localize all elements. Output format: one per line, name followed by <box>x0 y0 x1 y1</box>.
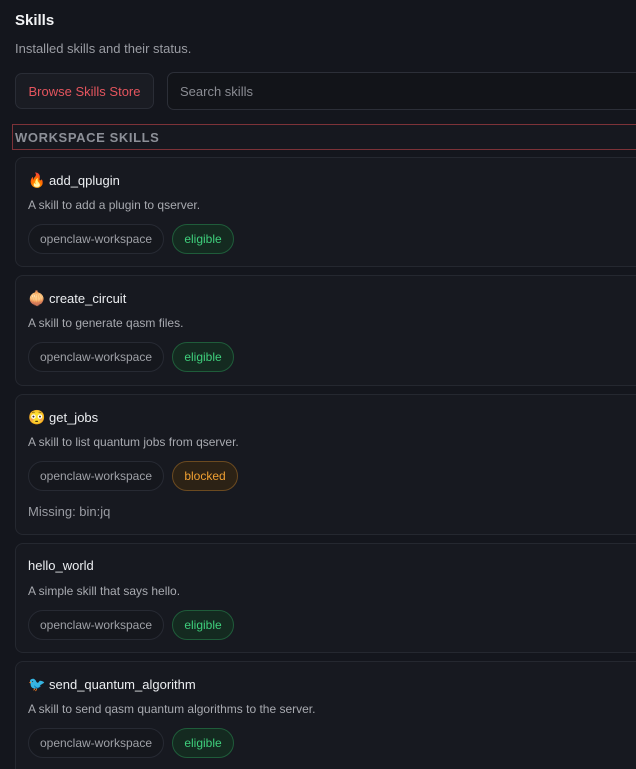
source-tag: openclaw-workspace <box>28 610 164 640</box>
browse-skills-store-button[interactable]: Browse Skills Store <box>15 73 154 109</box>
skill-name: add_qplugin <box>49 172 120 188</box>
skill-description: A simple skill that says hello. <box>28 584 181 598</box>
source-tag: openclaw-workspace <box>28 342 164 372</box>
skill-name-row: 🔥 add_qplugin <box>28 172 120 188</box>
skill-description: A skill to send qasm quantum algorithms … <box>28 702 316 716</box>
skill-name: create_circuit <box>49 290 127 306</box>
skill-name-row: 😳 get_jobs <box>28 409 98 425</box>
flushed-face-icon: 😳 <box>28 409 46 425</box>
fire-icon: 🔥 <box>28 172 46 188</box>
skill-card-add-qplugin[interactable]: 🔥 add_qplugin A skill to add a plugin to… <box>15 157 636 267</box>
skill-name-row: 🐦 send_quantum_algorithm <box>28 676 196 692</box>
skill-card-get-jobs[interactable]: 😳 get_jobs A skill to list quantum jobs … <box>15 394 636 535</box>
skill-description: A skill to generate qasm files. <box>28 316 184 330</box>
skill-name-row: hello_world <box>28 558 94 573</box>
status-badge: eligible <box>172 610 234 640</box>
onion-icon: 🧅 <box>28 290 46 306</box>
skill-name: get_jobs <box>49 409 99 425</box>
source-tag: openclaw-workspace <box>28 224 164 254</box>
section-header-workspace-skills: WORKSPACE SKILLS <box>12 124 636 150</box>
bird-icon: 🐦 <box>28 676 46 692</box>
status-badge: blocked <box>172 461 238 491</box>
skills-page: Skills Installed skills and their status… <box>0 0 636 769</box>
status-badge: eligible <box>172 728 234 758</box>
skill-card-hello-world[interactable]: hello_world A simple skill that says hel… <box>15 543 636 653</box>
skill-name: hello_world <box>28 558 94 573</box>
search-input[interactable] <box>167 72 636 110</box>
page-subtitle: Installed skills and their status. <box>15 41 192 56</box>
source-tag: openclaw-workspace <box>28 461 164 491</box>
skill-name-row: 🧅 create_circuit <box>28 290 126 306</box>
page-title: Skills <box>15 12 55 29</box>
skill-description: A skill to list quantum jobs from qserve… <box>28 435 239 449</box>
status-badge: eligible <box>172 342 234 372</box>
skill-description: A skill to add a plugin to qserver. <box>28 198 201 212</box>
source-tag: openclaw-workspace <box>28 728 164 758</box>
status-badge: eligible <box>172 224 234 254</box>
skill-card-send-quantum-algorithm[interactable]: 🐦 send_quantum_algorithm A skill to send… <box>15 661 636 769</box>
skill-card-create-circuit[interactable]: 🧅 create_circuit A skill to generate qas… <box>15 275 636 386</box>
skill-name: send_quantum_algorithm <box>49 676 196 692</box>
missing-dependency-text: Missing: bin:jq <box>28 504 111 519</box>
